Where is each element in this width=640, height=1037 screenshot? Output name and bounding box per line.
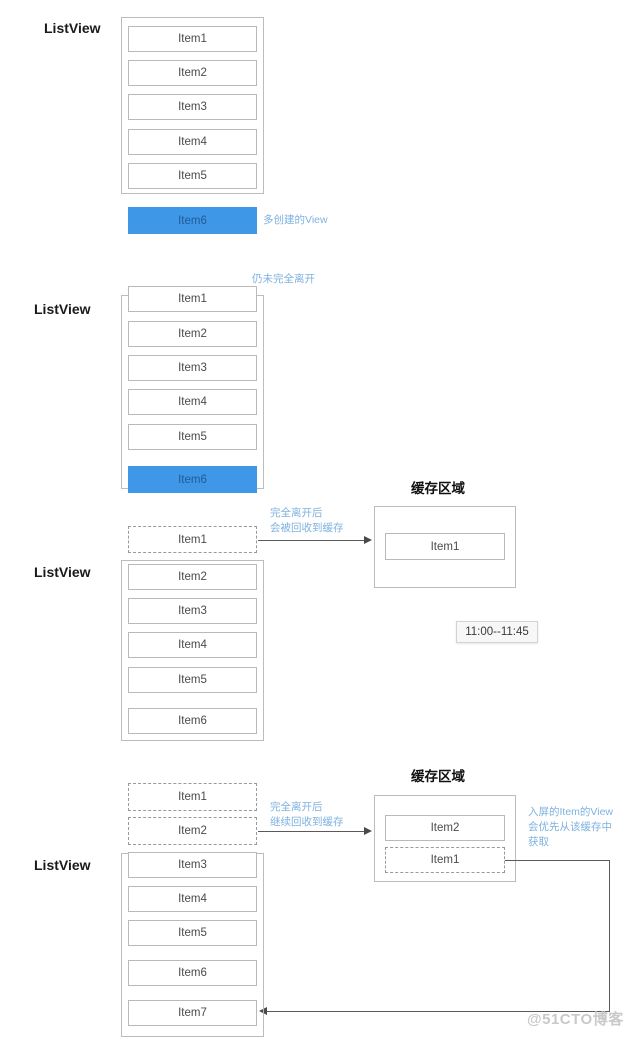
watermark: @51CTO博客 — [527, 1011, 624, 1028]
list-item[interactable]: Item4 — [128, 129, 257, 155]
list-item[interactable]: Item3 — [128, 355, 257, 381]
annotation-reuse-from-cache: 入屏的Item的View 会优先从该缓存中 获取 — [528, 806, 613, 848]
list-item-recycled[interactable]: Item2 — [128, 817, 257, 845]
list-item[interactable]: Item5 — [128, 424, 257, 450]
listview-label-stage-2: ListView — [34, 301, 91, 317]
list-item[interactable]: Item2 — [128, 321, 257, 347]
list-item[interactable]: Item7 — [128, 1000, 257, 1026]
list-item-extra-view[interactable]: Item6 — [128, 207, 257, 234]
arrow-line-recycle-stage-3 — [258, 540, 364, 541]
listview-label-stage-3: ListView — [34, 564, 91, 580]
arrow-line-recycle-stage-4 — [258, 831, 364, 832]
cache-item[interactable]: Item1 — [385, 533, 505, 560]
annotation-continue-recycle: 完全离开后 继续回收到缓存 — [270, 801, 344, 828]
listview-label-stage-1: ListView — [44, 20, 101, 36]
list-item[interactable]: Item2 — [128, 564, 257, 590]
cache-item[interactable]: Item2 — [385, 815, 505, 841]
list-item[interactable]: Item1 — [128, 286, 257, 312]
list-item[interactable]: Item2 — [128, 60, 257, 86]
list-item[interactable]: Item1 — [128, 26, 257, 52]
list-item[interactable]: Item5 — [128, 163, 257, 189]
listview-label-stage-4: ListView — [34, 857, 91, 873]
list-item[interactable]: Item6 — [128, 960, 257, 986]
arrow-head-recycle-stage-4 — [364, 826, 372, 835]
annotation-recycle-to-cache: 完全离开后 会被回收到缓存 — [270, 507, 344, 534]
list-item-recycled[interactable]: Item1 — [128, 783, 257, 811]
list-item[interactable]: Item3 — [128, 598, 257, 624]
diagram-canvas: ListView Item1 Item2 Item3 Item4 Item5 I… — [0, 0, 640, 1037]
annotation-not-fully-gone: 仍未完全离开 — [252, 273, 315, 285]
list-item-recycled[interactable]: Item1 — [128, 526, 257, 553]
list-item[interactable]: Item4 — [128, 632, 257, 658]
list-item[interactable]: Item6 — [128, 708, 257, 734]
time-range-tooltip: 11:00--11:45 — [456, 621, 538, 643]
arrow-head-recycle-stage-3 — [364, 535, 372, 544]
list-item[interactable]: Item5 — [128, 920, 257, 946]
list-item-extra-view[interactable]: Item6 — [128, 466, 257, 493]
list-item[interactable]: Item3 — [128, 852, 257, 878]
cache-item-reusable[interactable]: Item1 — [385, 847, 505, 873]
list-item[interactable]: Item4 — [128, 389, 257, 415]
list-item[interactable]: Item3 — [128, 94, 257, 120]
cache-area-title-stage-4: 缓存区域 — [411, 769, 465, 784]
cache-area-title-stage-3: 缓存区域 — [411, 481, 465, 496]
list-item[interactable]: Item4 — [128, 886, 257, 912]
reuse-connector-right — [609, 860, 610, 1012]
annotation-extra-view: 多创建的View — [263, 214, 328, 226]
list-item[interactable]: Item5 — [128, 667, 257, 693]
reuse-connector-top — [505, 860, 610, 861]
